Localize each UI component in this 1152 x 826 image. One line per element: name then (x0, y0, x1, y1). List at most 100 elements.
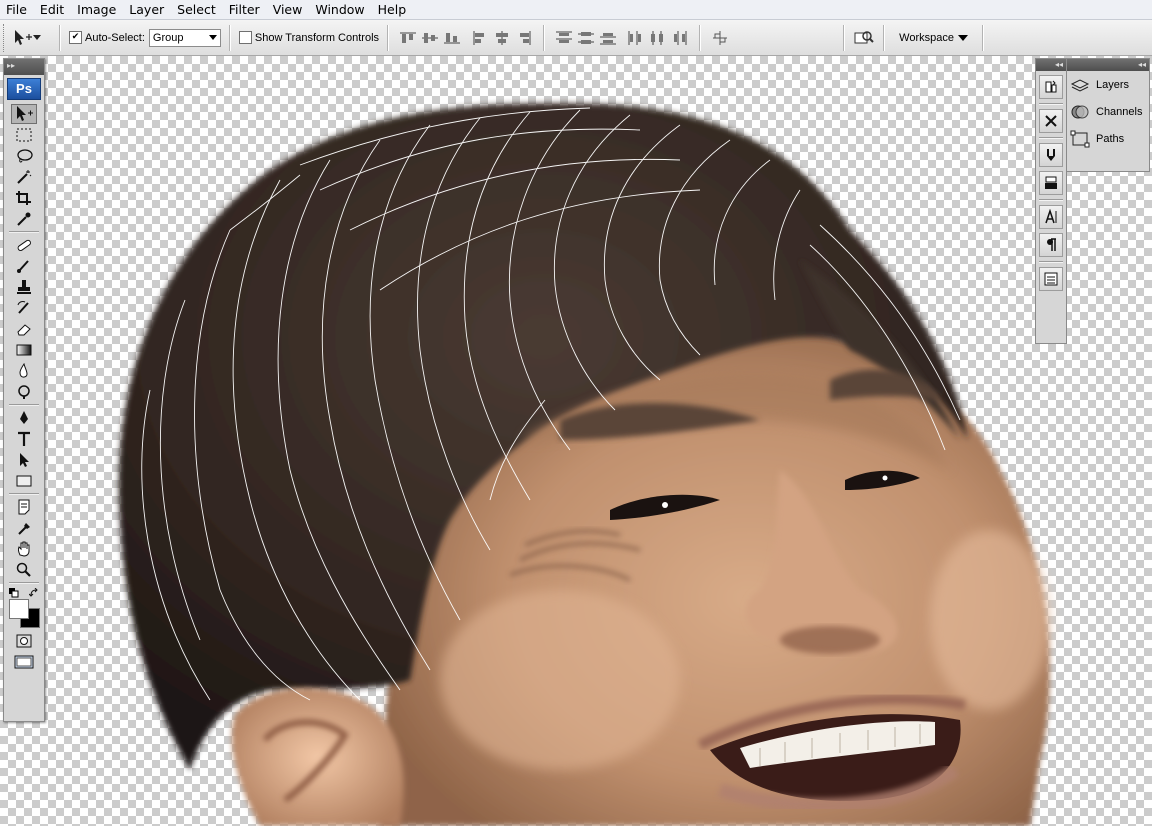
eyedropper-tool[interactable] (11, 209, 37, 229)
paragraph-icon (1047, 238, 1056, 251)
character-panel-button[interactable] (1039, 205, 1063, 229)
distribute-left-icon[interactable] (625, 27, 647, 49)
chevron-down-icon (33, 34, 41, 40)
menu-file[interactable]: File (0, 0, 34, 19)
clone-source-button[interactable] (1039, 171, 1063, 195)
align-top-icon[interactable] (397, 27, 419, 49)
menu-select[interactable]: Select (171, 0, 223, 19)
panel-channels[interactable]: Channels (1067, 98, 1149, 125)
brush-tool[interactable] (11, 256, 37, 276)
notes-icon (18, 499, 30, 515)
default-colors-icon[interactable] (9, 588, 19, 598)
rectangle-tool[interactable] (11, 471, 37, 491)
quick-mask-icon (16, 634, 32, 648)
history-icon (1045, 80, 1057, 93)
move-tool[interactable] (11, 104, 37, 124)
distribute-vcenter-icon[interactable] (575, 27, 597, 49)
distribute-right-icon[interactable] (669, 27, 691, 49)
menu-edit[interactable]: Edit (34, 0, 71, 19)
brushes-icon (1047, 149, 1055, 161)
eyedropper-icon (17, 212, 31, 226)
path-selection-tool[interactable] (11, 450, 37, 470)
crop-tool[interactable] (11, 188, 37, 208)
menu-filter[interactable]: Filter (223, 0, 267, 19)
lasso-tool[interactable] (11, 146, 37, 166)
menu-image[interactable]: Image (71, 0, 123, 19)
zoom-icon (16, 562, 31, 577)
menu-window[interactable]: Window (309, 0, 371, 19)
paragraph-panel-button[interactable] (1039, 233, 1063, 257)
bandage-icon (17, 239, 31, 251)
caricature-artwork (118, 103, 1050, 826)
swap-colors-icon[interactable] (29, 588, 39, 598)
dock-separator (1039, 137, 1063, 139)
distribute-top-icon[interactable] (553, 27, 575, 49)
stamp-icon (17, 280, 31, 294)
screen-mode-button[interactable] (11, 652, 37, 672)
panel-layers[interactable]: Layers (1067, 71, 1149, 98)
panel-paths[interactable]: Paths (1067, 125, 1149, 152)
dock-separator (1039, 199, 1063, 201)
menu-layer[interactable]: Layer (123, 0, 171, 19)
healing-brush-tool[interactable] (11, 235, 37, 255)
brushes-panel-button[interactable] (1039, 143, 1063, 167)
auto-select-dropdown[interactable]: Group (148, 28, 221, 47)
options-separator (387, 24, 390, 51)
chevron-down-icon (208, 35, 217, 40)
history-brush-icon (17, 301, 29, 314)
panel-paths-label: Paths (1096, 132, 1125, 145)
align-right-icon[interactable] (513, 27, 535, 49)
align-vcenter-icon[interactable] (419, 27, 441, 49)
eraser-tool[interactable] (11, 319, 37, 339)
tool-presets-button[interactable] (1039, 109, 1063, 133)
quick-mask-button[interactable] (11, 631, 37, 651)
zoom-tool[interactable] (11, 560, 37, 580)
channels-icon (1070, 102, 1090, 122)
marquee-icon (16, 128, 32, 142)
dock-header[interactable]: ◂◂ (1036, 59, 1066, 71)
document-canvas[interactable] (0, 56, 1152, 826)
options-grip[interactable] (3, 23, 7, 52)
clone-stamp-tool[interactable] (11, 277, 37, 297)
photoshop-logo[interactable]: Ps (7, 78, 41, 100)
toolbox-separator (9, 582, 39, 584)
info-icon (1044, 272, 1058, 286)
pen-icon (20, 411, 28, 424)
type-tool[interactable] (11, 429, 37, 449)
magic-wand-tool[interactable] (11, 167, 37, 187)
clone-source-icon (1045, 176, 1057, 189)
toolbox-header[interactable]: ▸▸ (4, 59, 44, 75)
workspace-menu[interactable]: Workspace (893, 32, 974, 44)
info-panel-button[interactable] (1039, 267, 1063, 291)
notes-tool[interactable] (11, 497, 37, 517)
rectangle-icon (16, 475, 32, 487)
marquee-tool[interactable] (11, 125, 37, 145)
menu-view[interactable]: View (267, 0, 310, 19)
show-transform-checkbox[interactable] (238, 31, 252, 44)
tool-preset-picker[interactable] (11, 28, 51, 48)
magic-wand-icon (17, 170, 32, 184)
history-brush-tool[interactable] (11, 298, 37, 318)
menu-help[interactable]: Help (372, 0, 414, 19)
blur-icon (19, 363, 28, 378)
align-bottom-icon[interactable] (441, 27, 463, 49)
eyedropper-tool-2[interactable] (11, 518, 37, 538)
foreground-color-swatch[interactable] (9, 599, 29, 619)
align-left-icon[interactable] (469, 27, 491, 49)
gradient-tool[interactable] (11, 340, 37, 360)
history-panel-button[interactable] (1039, 75, 1063, 99)
align-hcenter-icon[interactable] (491, 27, 513, 49)
distribute-bottom-icon[interactable] (597, 27, 619, 49)
distribute-hcenter-icon[interactable] (647, 27, 669, 49)
pen-tool[interactable] (11, 408, 37, 428)
bridge-icon[interactable] (853, 27, 875, 49)
panel-group-header[interactable]: ◂◂ (1067, 59, 1149, 71)
dodge-tool[interactable] (11, 382, 37, 402)
hand-tool[interactable] (11, 539, 37, 559)
blur-tool[interactable] (11, 361, 37, 381)
auto-align-icon[interactable] (709, 27, 731, 49)
workspace-label: Workspace (899, 31, 954, 44)
auto-select-checkbox[interactable]: ✔ (69, 31, 82, 44)
tools-icon (1045, 115, 1057, 127)
dock-separator (1039, 261, 1063, 263)
